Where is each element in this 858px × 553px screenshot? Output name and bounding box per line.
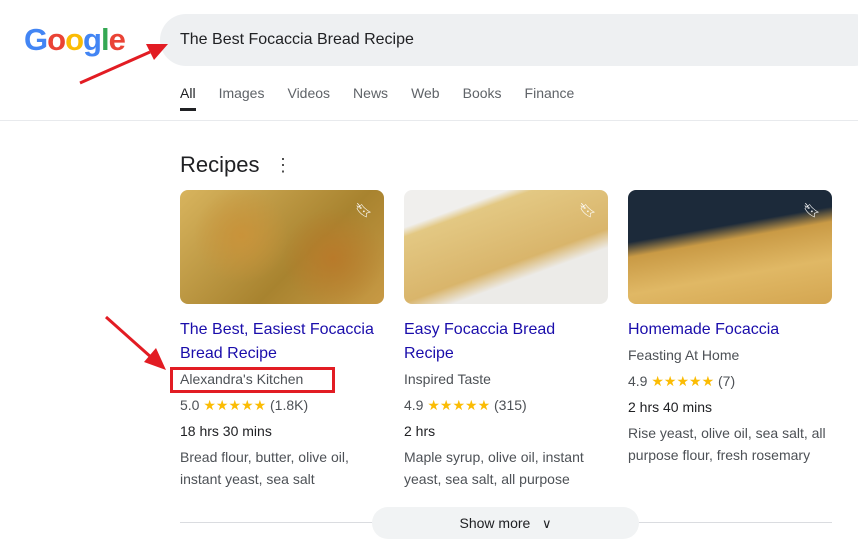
- arrow-icon: [79, 44, 168, 85]
- annotation-arrows: [79, 44, 168, 370]
- arrow-icon: [105, 315, 166, 370]
